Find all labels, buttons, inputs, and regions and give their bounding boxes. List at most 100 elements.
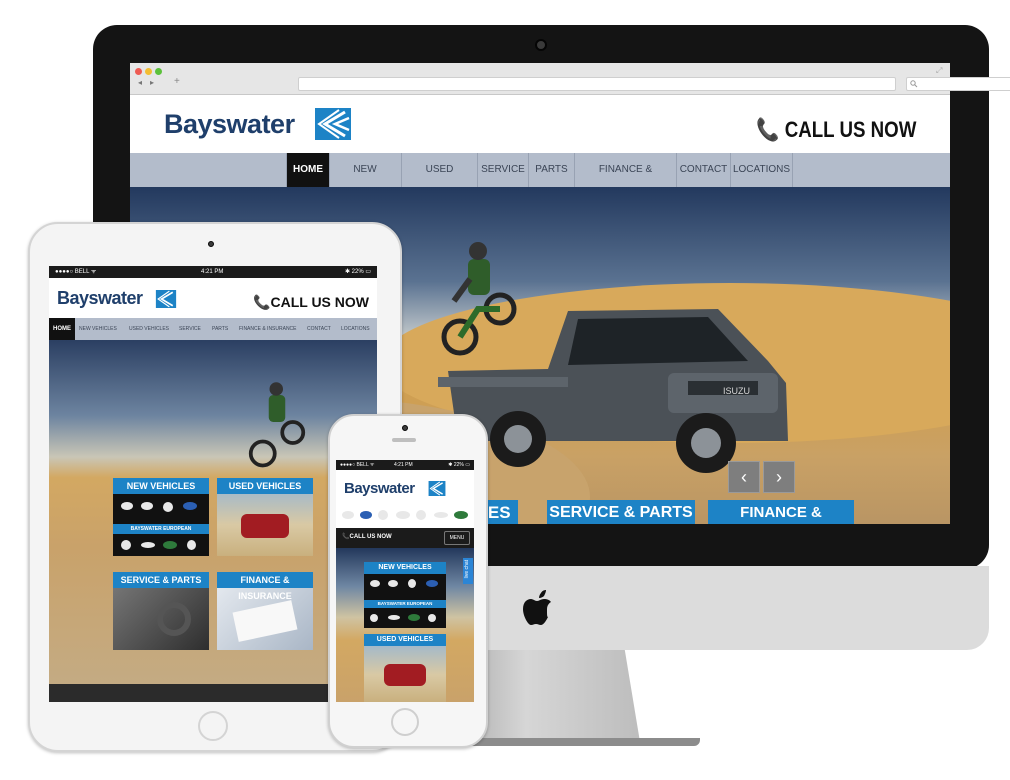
motocross-rider-image (248, 382, 306, 468)
desktop-logo[interactable]: Bayswater (164, 109, 295, 140)
camera-icon (535, 39, 547, 51)
new-tab-button[interactable]: + (174, 76, 180, 87)
close-window-icon[interactable] (135, 68, 142, 75)
phone-icon: 📞 (253, 294, 271, 310)
live-chat-tab[interactable]: live chat (463, 558, 473, 584)
tablet-nav-home[interactable]: HOME (49, 318, 75, 340)
hyundai-logo-icon (370, 580, 380, 587)
address-bar[interactable] (298, 77, 896, 91)
red-suv-image (384, 664, 426, 686)
tile-title: USED VEHICLES (364, 634, 446, 646)
back-arrow-icon[interactable]: ◂ (138, 78, 142, 87)
jaguar-logo-icon (141, 542, 155, 548)
clock-label: 4:21 PM (394, 462, 413, 468)
browser-search-field[interactable] (906, 77, 1010, 91)
phone-logo[interactable]: Bayswater (344, 480, 415, 497)
iphone-screen: ●●●●○ BELL ᯤ 4:21 PM ✱ 22% ▭ Bayswater 📞… (336, 460, 474, 702)
phone-new-vehicles-tile[interactable]: NEW VEHICLES BAYSWATER EUROPEAN (364, 562, 446, 628)
tablet-nav-finance[interactable]: FINANCE & INSURANCE (239, 318, 297, 340)
tile-title: NEW VEHICLES (113, 478, 209, 494)
logo-mark-icon (428, 481, 446, 496)
slider-prev-button[interactable]: ‹ (728, 461, 760, 493)
tile-subtitle: BAYSWATER EUROPEAN (113, 524, 209, 534)
slider-next-button[interactable]: › (763, 461, 795, 493)
hyundai-logo-icon (121, 502, 133, 510)
forward-arrow-icon[interactable]: ▸ (150, 78, 154, 87)
volvo-logo-icon (121, 540, 131, 550)
tablet-new-vehicles-tile[interactable]: NEW VEHICLES BAYSWATER EUROPEAN (113, 478, 209, 556)
mobile-menu-button[interactable]: MENU (444, 531, 470, 545)
red-suv-image (241, 514, 289, 538)
tablet-nav-parts[interactable]: PARTS (212, 318, 228, 340)
tablet-nav-new-vehicles[interactable]: NEW VEHICLES (79, 318, 117, 340)
iphone-home-button[interactable] (391, 708, 419, 736)
hyundai-logo-icon (342, 511, 354, 519)
truck-badge: ISUZU (723, 386, 750, 396)
tablet-call-us-now[interactable]: 📞CALL US NOW (253, 294, 369, 311)
tablet-nav-service[interactable]: SERVICE (179, 318, 201, 340)
desktop-main-nav: HOME NEW VEHICLES USED VEHICLES SERVICE … (130, 153, 950, 209)
tablet-used-vehicles-tile[interactable]: USED VEHICLES (217, 478, 313, 556)
suzuki-logo-icon (378, 510, 388, 520)
phone-icon: 📞 (755, 117, 780, 142)
clock-label: 4:21 PM (201, 269, 224, 275)
renault-logo-icon (428, 614, 436, 622)
phone-brand-logos (336, 506, 474, 524)
tablet-finance-tile[interactable]: FINANCE & INSURANCE (217, 572, 313, 650)
maximize-window-icon[interactable] (155, 68, 162, 75)
call-us-label: CALL US NOW (270, 294, 369, 310)
jaguar-logo-icon (388, 615, 400, 620)
subaru-logo-icon (360, 511, 372, 519)
tile-title: FINANCE & INSURANCE (217, 572, 313, 601)
brake-disc-image (157, 602, 191, 636)
suzuki-logo-icon (163, 502, 173, 512)
call-us-now-link[interactable]: 📞 CALL US NOW (756, 117, 916, 143)
ipad-home-button[interactable] (198, 711, 228, 741)
tablet-service-parts-tile[interactable]: SERVICE & PARTS (113, 572, 209, 650)
phone-used-vehicles-tile[interactable]: USED VEHICLES (364, 634, 446, 702)
logo-mark-icon (315, 108, 351, 140)
tile-title: NEW VEHICLES (364, 562, 446, 574)
tile-title: USED VEHICLES (217, 478, 313, 494)
tile-subtitle: BAYSWATER EUROPEAN (364, 600, 446, 608)
tablet-logo[interactable]: Bayswater (57, 288, 143, 309)
call-us-label: CALL US NOW (784, 117, 916, 142)
isuzu-logo-icon (396, 511, 410, 519)
nav-locations[interactable]: LOCATIONS (731, 153, 793, 187)
nav-home[interactable]: HOME (286, 153, 330, 187)
tablet-nav-locations[interactable]: LOCATIONS (341, 318, 370, 340)
fullscreen-icon[interactable]: ⤢ (936, 66, 942, 76)
logo-mark-icon (155, 290, 177, 308)
tablet-nav-used-vehicles[interactable]: USED VEHICLES (129, 318, 169, 340)
nav-contact[interactable]: CONTACT (677, 153, 731, 187)
desktop-site-header: Bayswater 📞 CALL US NOW (130, 95, 950, 153)
isuzu-logo-icon (388, 580, 398, 587)
live-chat-label: live chat (464, 560, 470, 579)
carrier-label: ●●●●○ BELL ᯤ (55, 269, 97, 275)
nav-parts[interactable]: PARTS (529, 153, 575, 187)
phone-call-us-now[interactable]: 📞CALL US NOW (342, 533, 392, 540)
nav-used-vehicles[interactable]: USED VEHICLES (402, 153, 478, 209)
document-image (232, 600, 298, 642)
jaguar-logo-icon (434, 512, 448, 518)
nav-service[interactable]: SERVICE (478, 153, 529, 187)
nav-finance-insurance[interactable]: FINANCE & INSURANCE (575, 153, 677, 209)
iphone-camera-icon (402, 425, 408, 431)
battery-label: ✱ 22% ▭ (448, 462, 470, 468)
nav-new-vehicles[interactable]: NEW VEHICLES (329, 153, 402, 209)
apple-logo-icon (523, 590, 551, 625)
tablet-nav: HOME NEW VEHICLES USED VEHICLES SERVICE … (49, 318, 377, 340)
minimize-window-icon[interactable] (145, 68, 152, 75)
finance-insurance-banner[interactable]: FINANCE & INSURANCE (708, 500, 854, 524)
battery-label: ✱ 22% ▭ (344, 269, 371, 275)
renault-logo-icon (187, 540, 196, 550)
volvo-logo-icon (416, 510, 426, 520)
tablet-nav-contact[interactable]: CONTACT (307, 318, 331, 340)
browser-toolbar: ◂ ▸ + ⤢ (130, 63, 1010, 95)
subaru-logo-icon (183, 502, 197, 510)
search-icon (910, 80, 918, 88)
iphone-speaker (392, 438, 416, 442)
service-parts-banner[interactable]: SERVICE & PARTS (547, 500, 695, 524)
tablet-status-bar: ●●●●○ BELL ᯤ 4:21 PM ✱ 22% ▭ (49, 266, 377, 278)
phone-status-bar: ●●●●○ BELL ᯤ 4:21 PM ✱ 22% ▭ (336, 460, 474, 470)
